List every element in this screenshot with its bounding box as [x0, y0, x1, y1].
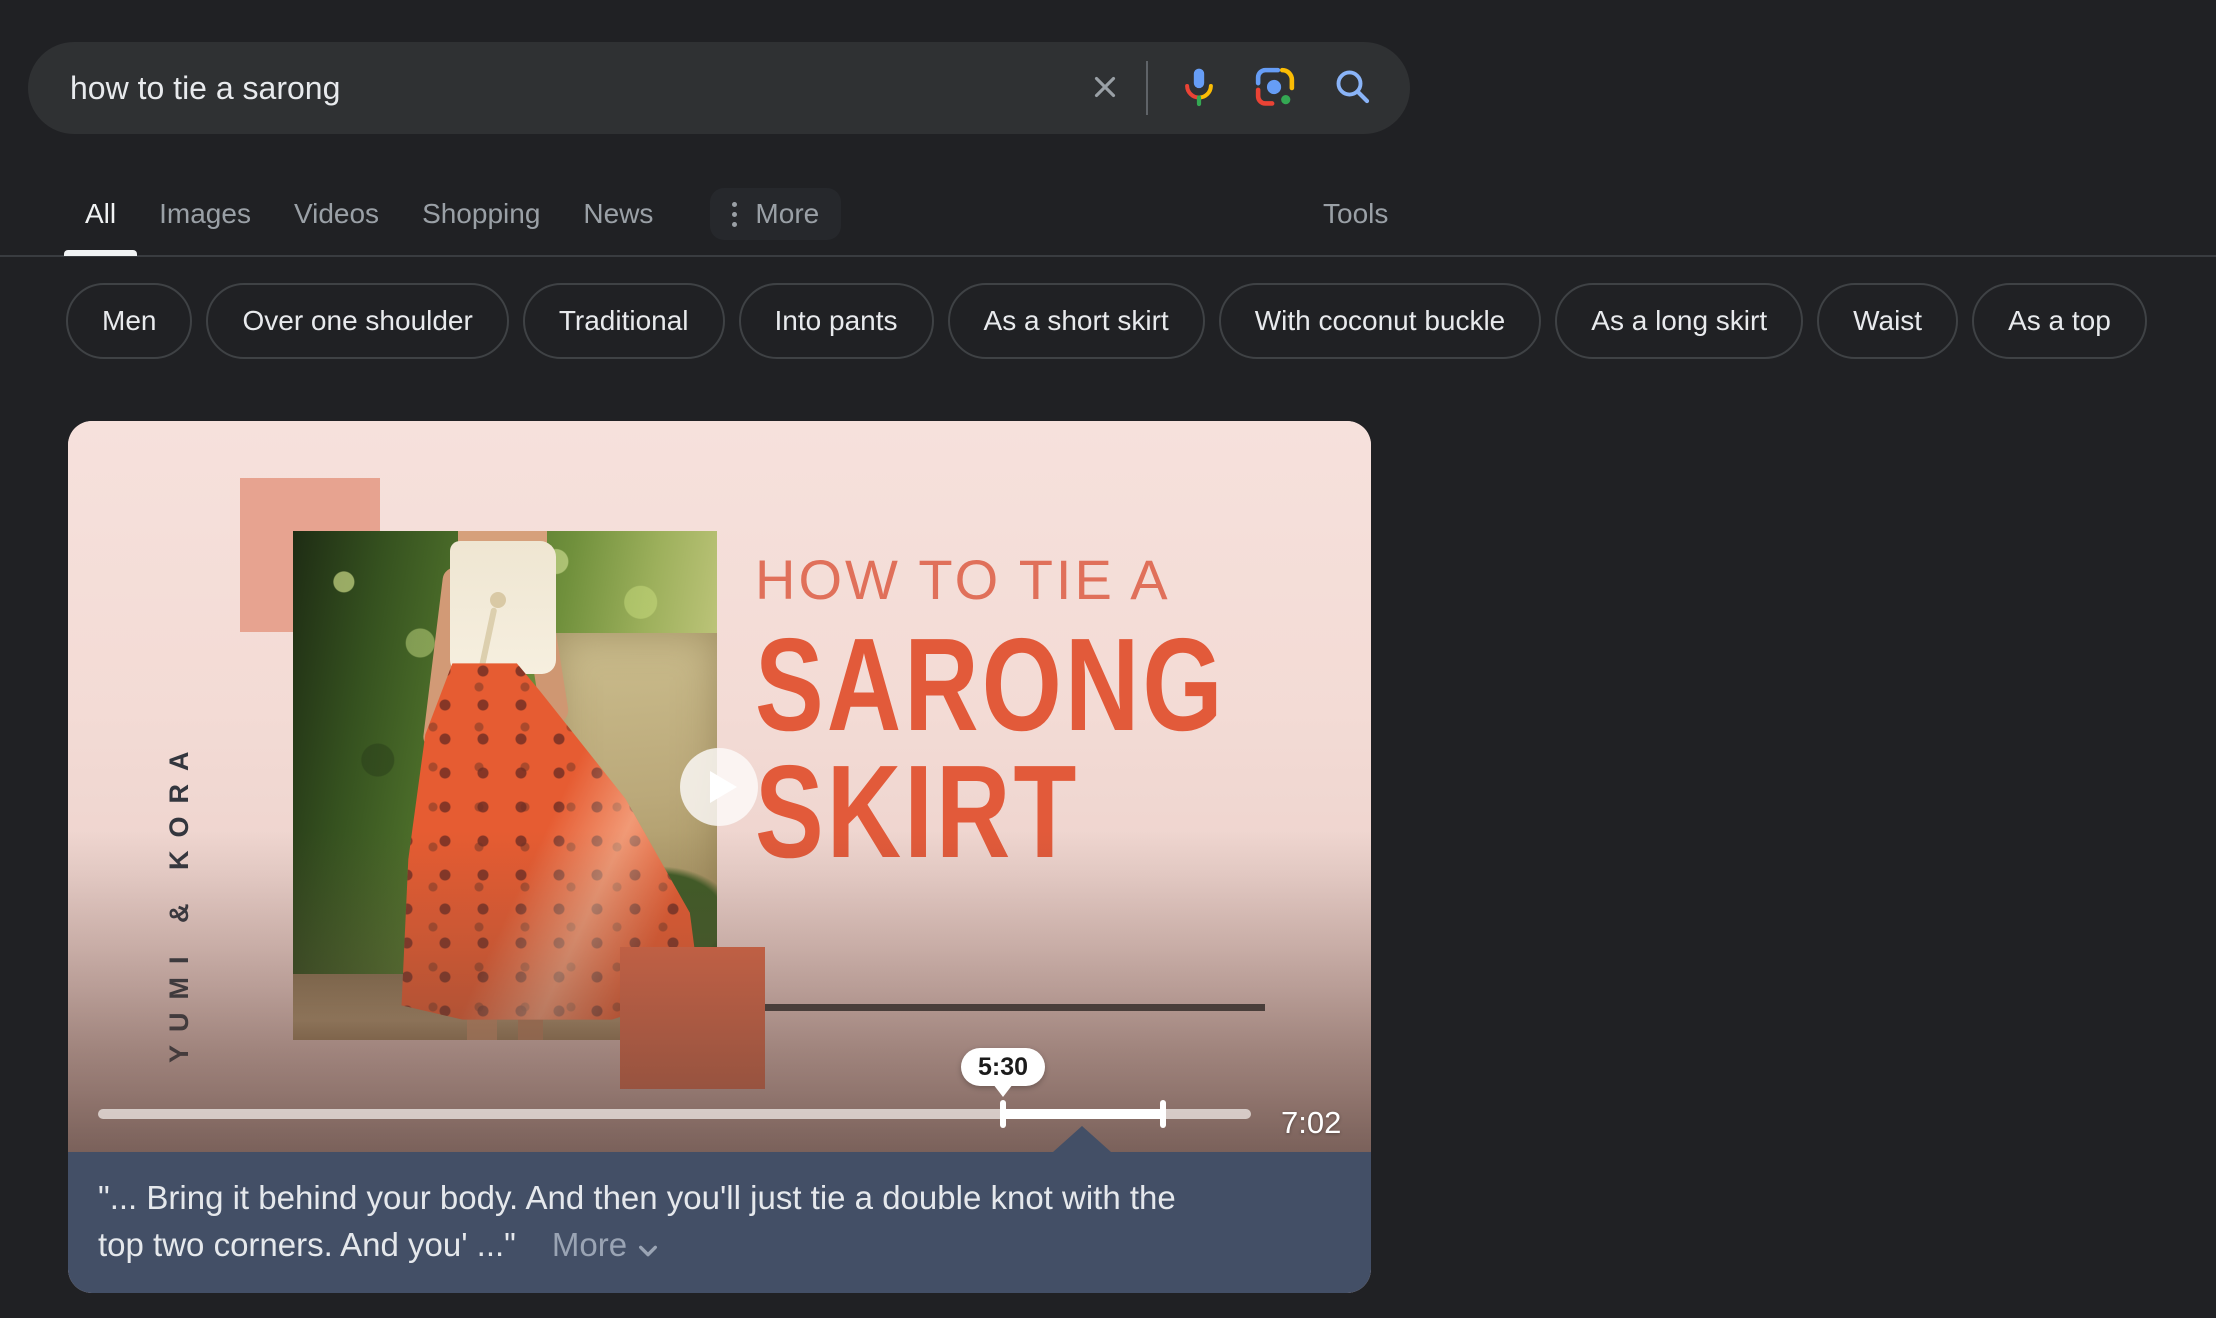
tab-videos[interactable]: Videos	[294, 198, 379, 256]
chevron-down-icon	[637, 1229, 659, 1266]
tab-more-label: More	[755, 198, 819, 230]
time-marker-pointer	[993, 1084, 1013, 1097]
tab-news-label: News	[583, 198, 653, 229]
chip-over-one-shoulder[interactable]: Over one shoulder	[206, 283, 508, 359]
tab-news[interactable]: News	[583, 198, 653, 256]
results-nav: All Images Videos Shopping News More Too…	[0, 182, 2216, 257]
google-lens-button[interactable]	[1252, 64, 1298, 113]
chip-as-a-long-skirt[interactable]: As a long skirt	[1555, 283, 1803, 359]
tab-videos-label: Videos	[294, 198, 379, 229]
caption-panel: "... Bring it behind your body. And then…	[68, 1152, 1371, 1293]
chip-as-a-top[interactable]: As a top	[1972, 283, 2147, 359]
microphone-icon	[1176, 64, 1222, 113]
vertical-divider	[1146, 61, 1148, 115]
lens-camera-icon	[1252, 64, 1298, 113]
tab-more[interactable]: More	[710, 188, 841, 240]
search-icon	[1332, 66, 1374, 111]
caption-more-button[interactable]: More	[552, 1226, 627, 1263]
search-submit-button[interactable]	[1332, 66, 1374, 111]
play-icon	[710, 771, 737, 803]
tools-button[interactable]: Tools	[1323, 198, 1388, 230]
chip-waist[interactable]: Waist	[1817, 283, 1958, 359]
tab-shopping-label: Shopping	[422, 198, 540, 229]
chip-men[interactable]: Men	[66, 283, 192, 359]
caption-pointer	[1053, 1126, 1111, 1152]
tab-all[interactable]: All	[85, 198, 116, 256]
filter-chips: Men Over one shoulder Traditional Into p…	[66, 283, 2147, 359]
segment-start-tick	[1000, 1100, 1006, 1128]
caption-line2-text: top two corners. And you' ..."	[98, 1226, 516, 1263]
time-marker-bubble: 5:30	[961, 1048, 1045, 1086]
highlighted-segment	[1003, 1109, 1163, 1119]
more-dots-icon	[732, 202, 737, 227]
video-result-card[interactable]: YUMI & KORA HOW TO TIE A SARONG SKIRT 5:…	[68, 421, 1371, 1293]
search-bar-controls	[1088, 61, 1410, 115]
search-bar[interactable]: how to tie a sarong	[28, 42, 1410, 134]
tab-images-label: Images	[159, 198, 251, 229]
chip-with-coconut-buckle[interactable]: With coconut buckle	[1219, 283, 1542, 359]
video-duration: 7:02	[1281, 1105, 1341, 1141]
tab-all-label: All	[85, 198, 116, 229]
search-input[interactable]: how to tie a sarong	[70, 70, 1088, 107]
chip-as-a-short-skirt[interactable]: As a short skirt	[948, 283, 1205, 359]
play-button[interactable]	[680, 748, 758, 826]
chip-traditional[interactable]: Traditional	[523, 283, 725, 359]
tab-images[interactable]: Images	[159, 198, 251, 256]
caption-line1: "... Bring it behind your body. And then…	[98, 1174, 1176, 1221]
segment-end-tick	[1160, 1100, 1166, 1128]
results-tabs: All Images Videos Shopping News More	[85, 182, 841, 256]
video-thumbnail[interactable]: YUMI & KORA HOW TO TIE A SARONG SKIRT 5:…	[68, 421, 1371, 1152]
google-search-results-page: how to tie a sarong	[0, 0, 2216, 1318]
tab-shopping[interactable]: Shopping	[422, 198, 540, 256]
voice-search-button[interactable]	[1176, 64, 1222, 113]
clear-button[interactable]	[1088, 70, 1122, 107]
chip-into-pants[interactable]: Into pants	[739, 283, 934, 359]
caption-line2: top two corners. And you' ..." More	[98, 1221, 659, 1271]
close-icon	[1088, 70, 1122, 107]
